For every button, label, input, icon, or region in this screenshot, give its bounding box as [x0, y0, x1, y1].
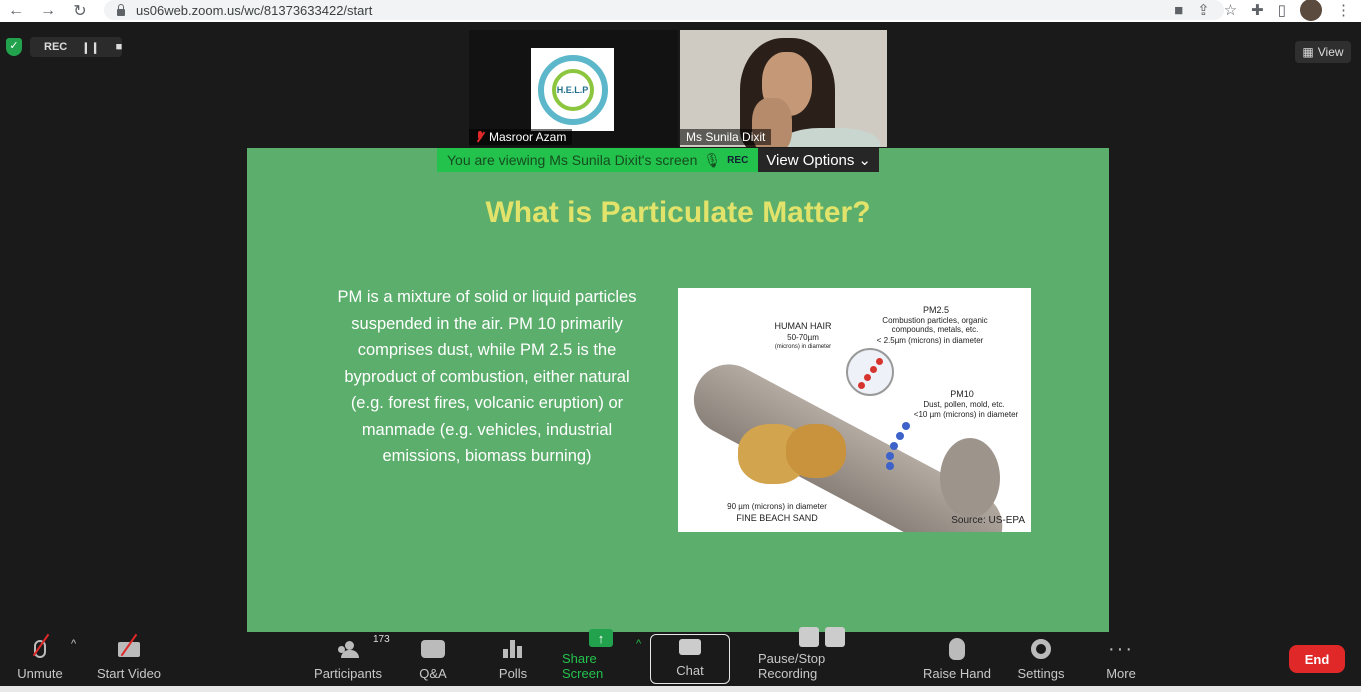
grid-icon: ▦: [1302, 45, 1314, 59]
participant-name: Ms Sunila Dixit: [686, 130, 766, 144]
settings-button[interactable]: Settings: [1014, 632, 1068, 686]
mic-icon: 🎙: [703, 151, 722, 168]
share-options-caret-icon[interactable]: ^: [636, 638, 641, 650]
particulate-matter-diagram: HUMAN HAIR 50-70µm (microns) in diameter…: [678, 288, 1031, 532]
security-shield-icon[interactable]: ✓: [6, 38, 22, 56]
gear-icon: [1031, 639, 1051, 659]
participants-button[interactable]: 173 Participants: [312, 632, 390, 686]
star-icon[interactable]: ☆: [1224, 1, 1237, 19]
meeting-toolbar: Unmute ^ Start Video 173 Participants Q&…: [0, 627, 1361, 692]
pause-stop-label: Pause/Stop Recording: [758, 651, 826, 681]
share-screen-icon: ↑: [589, 629, 613, 647]
share-screen-button[interactable]: ↑ Share Screen: [562, 629, 640, 686]
recording-indicator[interactable]: REC ❙❙ ■: [30, 37, 122, 57]
browser-toolbar: ← → ↻ us06web.zoom.us/wc/81373633422/sta…: [0, 0, 1361, 22]
pause-recording-icon[interactable]: ❙❙: [81, 41, 99, 54]
menu-icon[interactable]: ⋮: [1336, 1, 1351, 19]
pm10-label: PM10: [950, 389, 974, 399]
participants-icon: [337, 641, 359, 658]
url-text: us06web.zoom.us/wc/81373633422/start: [136, 2, 373, 18]
chat-button[interactable]: Chat: [650, 634, 730, 684]
raise-hand-label: Raise Hand: [923, 666, 991, 681]
view-options-label: View Options: [766, 151, 855, 169]
profile-avatar[interactable]: [1300, 0, 1322, 21]
human-hair-size: 50-70µm: [787, 333, 819, 342]
tile-name-label: Ms Sunila Dixit: [680, 129, 772, 145]
pm25-circle: [846, 348, 894, 396]
start-video-label: Start Video: [96, 666, 162, 681]
chat-label: Chat: [676, 663, 704, 678]
viewing-text-box: You are viewing Ms Sunila Dixit's screen…: [437, 148, 759, 172]
tile-name-label: Masroor Azam: [469, 129, 573, 145]
mic-muted-icon: [475, 131, 485, 143]
unmute-button[interactable]: Unmute: [12, 632, 68, 686]
raise-hand-button[interactable]: Raise Hand: [922, 632, 992, 686]
pm25-label: PM2.5: [922, 305, 949, 315]
sidepanel-icon[interactable]: ▯: [1278, 1, 1286, 19]
pm25-desc: Combustion particles, organic compounds,…: [882, 316, 988, 334]
video-tile-sunila[interactable]: Ms Sunila Dixit: [680, 30, 887, 147]
qa-icon: [421, 640, 445, 658]
lock-icon: [116, 4, 126, 16]
audio-options-caret-icon[interactable]: ^: [71, 638, 76, 650]
polls-icon: [503, 640, 523, 658]
unmute-label: Unmute: [17, 666, 63, 681]
polls-button[interactable]: Polls: [492, 632, 534, 686]
polls-label: Polls: [498, 666, 528, 681]
participant-name: Masroor Azam: [489, 130, 567, 144]
more-button[interactable]: ··· More: [1100, 632, 1142, 686]
chat-icon: [679, 639, 701, 655]
video-tile-masroor[interactable]: H.E.L.P Masroor Azam: [469, 30, 678, 147]
forward-icon[interactable]: →: [36, 1, 60, 21]
pm10-desc: Dust, pollen, mold, etc.: [923, 400, 1005, 409]
settings-label: Settings: [1017, 666, 1065, 681]
share-icon[interactable]: ⇪: [1197, 1, 1210, 19]
stop-recording-icon[interactable]: ■: [116, 41, 123, 53]
pause-stop-icon: [799, 627, 845, 647]
slide-body: PM is a mixture of solid or liquid parti…: [337, 288, 637, 465]
image-source: Source: US-EPA: [951, 515, 1025, 526]
sand-size: 90 µm (microns) in diameter: [727, 502, 827, 511]
view-label: View: [1317, 45, 1344, 59]
shared-screen: What is Particulate Matter? PM is a mixt…: [247, 148, 1109, 632]
viewing-rec: REC: [727, 154, 749, 166]
rec-label: REC: [44, 41, 68, 53]
extensions-icon[interactable]: ✚: [1251, 1, 1264, 19]
pause-stop-recording-button[interactable]: Pause/Stop Recording: [758, 627, 886, 686]
participants-count: 173: [373, 634, 390, 645]
camera-icon[interactable]: ■: [1174, 2, 1183, 19]
logo-text: H.E.L.P: [551, 68, 594, 111]
end-meeting-button[interactable]: End: [1289, 645, 1345, 673]
reload-icon[interactable]: ↻: [68, 1, 92, 21]
browser-right-icons: ■ ⇪ ☆ ✚ ▯ ⋮: [1174, 0, 1351, 21]
hand-icon: [949, 638, 965, 660]
view-button[interactable]: ▦ View: [1295, 41, 1351, 63]
more-label: More: [1106, 666, 1136, 681]
human-hair-label: HUMAN HAIR: [774, 321, 832, 331]
participants-label: Participants: [314, 666, 382, 681]
start-video-button[interactable]: Start Video: [96, 632, 162, 686]
chevron-down-icon: ⌄: [858, 152, 871, 169]
pm10-size: <10 µm (microns) in diameter: [913, 410, 1019, 419]
view-options-button[interactable]: View Options ⌄: [758, 148, 879, 172]
viewing-text: You are viewing Ms Sunila Dixit's screen: [447, 152, 698, 168]
back-icon[interactable]: ←: [4, 1, 28, 21]
slide-title: What is Particulate Matter?: [485, 196, 871, 229]
viewing-banner: You are viewing Ms Sunila Dixit's screen…: [437, 148, 879, 172]
human-hair-unit: (microns) in diameter: [774, 344, 832, 350]
address-bar[interactable]: us06web.zoom.us/wc/81373633422/start: [104, 0, 1224, 20]
more-icon: ···: [1108, 637, 1134, 660]
taskbar-strip: [0, 686, 1361, 692]
qa-label: Q&A: [419, 666, 447, 681]
qa-button[interactable]: Q&A: [412, 632, 454, 686]
sand-label: FINE BEACH SAND: [736, 513, 818, 523]
help-logo: H.E.L.P: [531, 48, 614, 131]
pm25-size: < 2.5µm (microns) in diameter: [876, 336, 984, 345]
share-screen-label: Share Screen: [562, 651, 604, 681]
